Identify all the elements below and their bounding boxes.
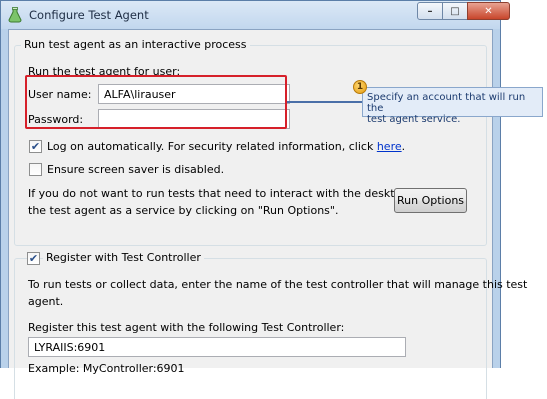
test-controller-group: ✔ Register with Test Controller To run t… — [14, 251, 527, 399]
register-with-label: Register this test agent with the follow… — [28, 321, 345, 334]
controller-example-text: Example: MyController:6901 — [28, 362, 185, 375]
logon-automatically-label: Log on automatically. For security relat… — [47, 140, 405, 153]
close-button[interactable]: ✕ — [467, 2, 510, 20]
user-credentials-highlight — [25, 75, 287, 129]
checkmark-icon: ✔ — [30, 140, 41, 153]
screen-saver-checkbox[interactable] — [29, 163, 42, 176]
logon-automatically-period: . — [401, 140, 406, 153]
run-options-button[interactable]: Run Options — [394, 188, 467, 213]
callout-text-line-1: Specify an account that will run the — [367, 92, 526, 114]
service-text-line-2: the test agent as a service by clicking … — [28, 204, 339, 217]
test-controller-field[interactable] — [28, 337, 406, 357]
maximize-icon: □ — [450, 5, 460, 17]
minimize-button[interactable]: – — [417, 2, 443, 20]
interactive-group-title: Run test agent as an interactive process — [21, 38, 250, 51]
controller-description-line-2: agent. — [28, 295, 64, 308]
service-text-line-1: If you do not want to run tests that nee… — [28, 187, 434, 200]
callout-text-line-2: test agent service. — [367, 114, 461, 125]
callout-note: Specify an account that will run the tes… — [362, 87, 543, 125]
checkmark-icon: ✔ — [28, 252, 39, 265]
flask-icon — [8, 7, 22, 23]
callout-connector — [287, 101, 362, 103]
screen-saver-label: Ensure screen saver is disabled. — [47, 163, 225, 176]
logon-automatically-checkbox[interactable]: ✔ — [29, 140, 42, 153]
logon-automatically-text: Log on automatically. For security relat… — [47, 140, 377, 153]
register-controller-label: Register with Test Controller — [43, 251, 204, 264]
maximize-button[interactable]: □ — [442, 2, 468, 20]
minimize-icon: – — [427, 5, 433, 17]
callout-number-badge: 1 — [353, 80, 367, 94]
controller-description-line-1: To run tests or collect data, enter the … — [28, 278, 528, 291]
security-info-link[interactable]: here — [377, 140, 402, 153]
window-title: Configure Test Agent — [29, 8, 149, 22]
register-controller-checkbox[interactable]: ✔ — [27, 252, 40, 265]
close-icon: ✕ — [484, 5, 493, 17]
run-options-label: Run Options — [396, 194, 465, 207]
configure-test-agent-window: Configure Test Agent – □ ✕ Run test agen… — [0, 0, 527, 399]
